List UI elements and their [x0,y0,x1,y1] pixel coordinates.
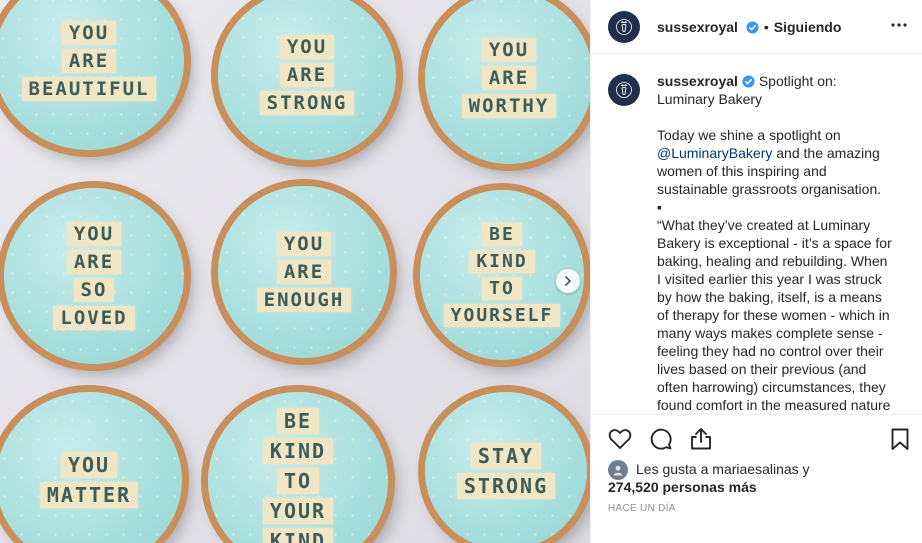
post-timestamp[interactable]: HACE UN DÍA [608,503,676,514]
bookmark-icon[interactable] [887,426,913,452]
cupcake-word: ARE [276,260,332,284]
instagram-post: YOU ARE BEAUTIFUL YOU ARE STRONG YOU ARE… [0,0,922,543]
cupcake-word: YOU [279,35,335,59]
cupcake-8: STAY STRONG [425,392,587,543]
cupcake-word: YOU [60,452,118,478]
cupcake-word: YOURSELF [443,304,561,327]
cupcake-0: YOU ARE BEAUTIFUL [0,0,184,150]
cupcake-word: MATTER [39,482,139,508]
cupcake-word: BE [482,223,522,246]
cupcake-word: YOUR [262,498,334,524]
cupcake-word: STRONG [456,473,556,499]
username-text[interactable]: sussexroyal [657,19,738,35]
likes-line[interactable]: Les gusta a mariaesalinas y [636,460,810,478]
cupcake-word: ARE [481,66,537,90]
cupcake-word: BEAUTIFUL [21,77,157,101]
caption-text-span: Today we shine a spotlight on [657,127,841,143]
caption-text: sussexroyal Spotlight on: Luminary Baker… [657,72,895,413]
cupcake-word: TO [482,277,522,300]
cupcake-word: ARE [61,49,117,73]
cupcake-1: YOU ARE STRONG [218,0,396,160]
cupcake-7: BE KIND TO YOUR KIND [208,392,388,543]
following-button[interactable]: Siguiendo [774,19,842,35]
caption-scroll-area[interactable]: sussexroyal Spotlight on: Luminary Baker… [608,72,912,413]
comment-icon[interactable] [648,426,674,452]
cupcake-3: YOU ARE SO LOVED [4,188,184,364]
cupcake-word: YOU [276,232,332,256]
liker-avatar[interactable] [608,460,628,480]
separator-dot: • [763,18,769,35]
cupcake-word: ARE [279,63,335,87]
cupcake-6: YOU MATTER [0,392,182,543]
cupcake-word: YOU [481,38,537,62]
cupcake-word: LOVED [53,306,135,330]
cupcake-word: BE [276,408,320,434]
heart-icon[interactable] [607,426,633,452]
cupcake-word: ARE [66,250,122,274]
caption: sussexroyal Spotlight on: Luminary Baker… [608,72,912,413]
chevron-right-icon[interactable] [556,269,580,293]
cupcake-word: TO [276,468,320,494]
verified-badge-icon [746,20,759,34]
cupcake-word: STAY [470,443,542,469]
cupcake-word: KIND [262,438,334,464]
cupcake-word: YOU [66,222,122,246]
likes-text-block: Les gusta a mariaesalinas y 274,520 pers… [608,460,810,496]
cupcake-word: ENOUGH [256,288,352,312]
avatar[interactable] [608,74,640,106]
post-photo[interactable]: YOU ARE BEAUTIFUL YOU ARE STRONG YOU ARE… [0,0,590,543]
post-header: sussexroyal • Siguiendo [591,0,922,54]
cupcake-word: SO [73,278,115,302]
likes-summary: Les gusta a mariaesalinas y 274,520 pers… [608,460,910,496]
username[interactable]: sussexroyal [657,19,759,35]
share-icon[interactable] [688,426,714,452]
more-options-icon[interactable] [890,16,908,34]
caption-paragraph: Today we shine a spotlight on @LuminaryB… [657,126,895,198]
cupcake-word: KIND [262,528,334,543]
cupcake-4: YOU ARE ENOUGH [218,186,390,358]
cupcake-2: YOU ARE WORTHY [425,0,590,164]
mention-link[interactable]: @LuminaryBakery [657,145,772,161]
action-bar [591,414,922,462]
caption-username[interactable]: sussexroyal [657,73,738,89]
likes-row: Les gusta a mariaesalinas y 274,520 pers… [608,460,910,496]
verified-badge-icon [742,75,755,88]
cupcake-word: KIND [469,250,535,273]
cupcake-word: STRONG [259,91,355,115]
post-side-panel: sussexroyal • Siguiendo sussexroyal Spot… [590,0,922,543]
likes-count[interactable]: 274,520 personas más [608,478,810,496]
caption-bullet: ▪ [657,199,662,215]
avatar[interactable] [608,10,640,43]
cupcake-word: YOU [61,21,117,45]
cupcake-word: WORTHY [461,94,557,118]
caption-paragraph: “What they’ve created at Luminary Bakery… [657,217,892,413]
